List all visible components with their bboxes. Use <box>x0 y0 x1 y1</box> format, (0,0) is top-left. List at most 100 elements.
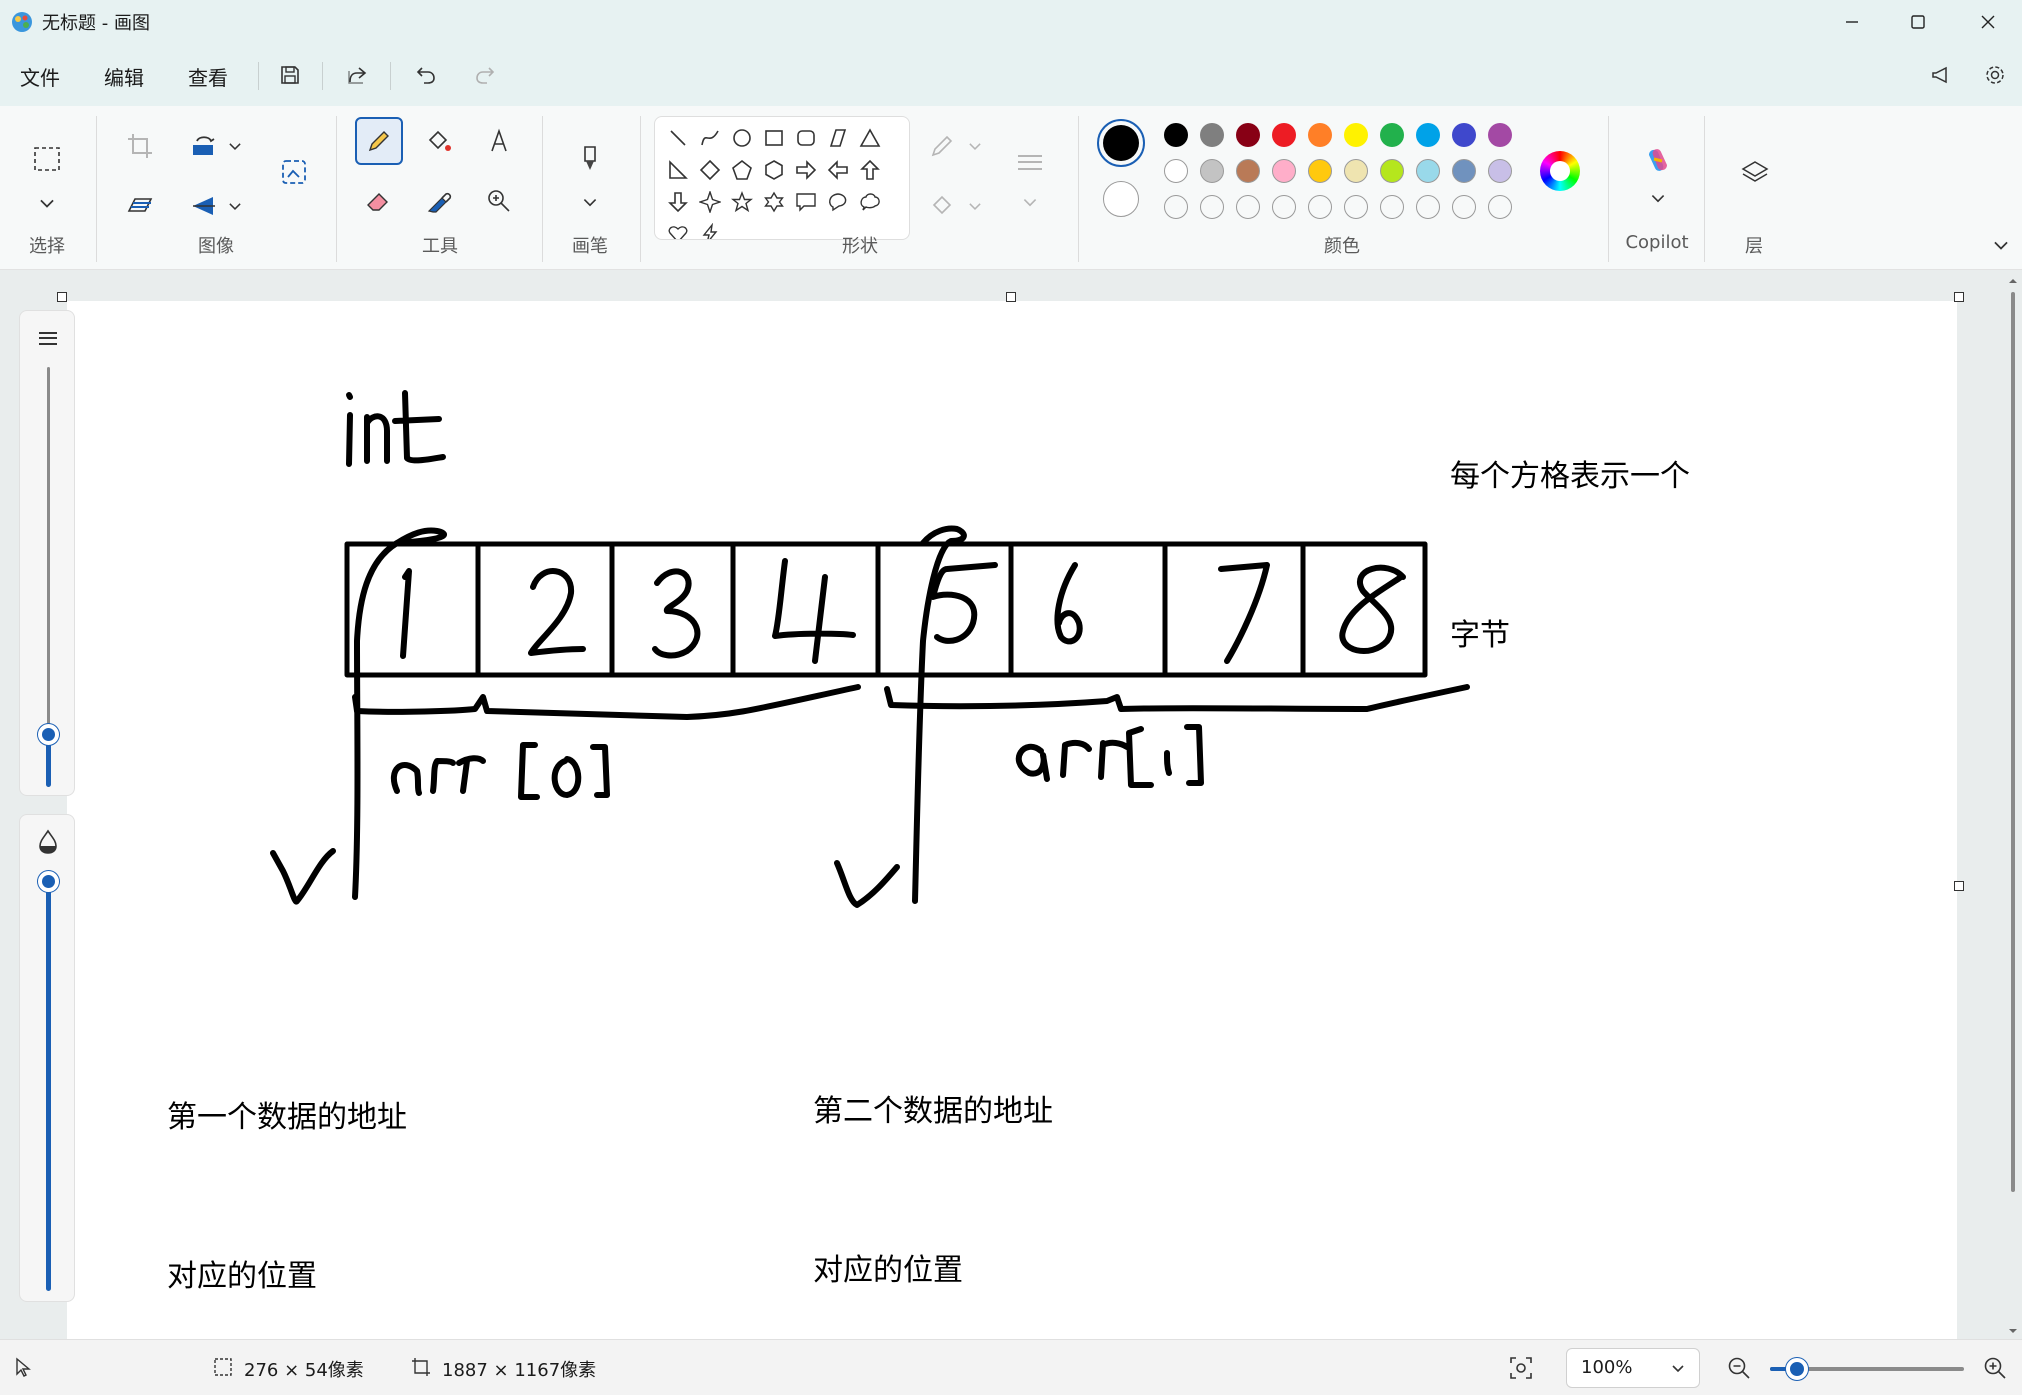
triangle-shape[interactable] <box>855 123 885 153</box>
remove-background-button[interactable] <box>272 150 316 194</box>
pencil-tool-button[interactable] <box>355 117 403 165</box>
scroll-thumb[interactable] <box>2011 292 2015 1192</box>
custom-color-slot[interactable] <box>1164 195 1188 219</box>
color-swatch[interactable] <box>1308 159 1332 183</box>
custom-color-slot[interactable] <box>1236 195 1260 219</box>
flip-button[interactable] <box>184 186 224 226</box>
up-arrow-shape[interactable] <box>855 155 885 185</box>
vertical-scrollbar[interactable] <box>2008 276 2018 1336</box>
oval-callout-shape[interactable] <box>823 187 853 217</box>
right-arrow-shape[interactable] <box>791 155 821 185</box>
color-swatch[interactable] <box>1344 159 1368 183</box>
color-swatch[interactable] <box>1488 123 1512 147</box>
color-swatch[interactable] <box>1452 159 1476 183</box>
rotate-button[interactable] <box>184 126 224 166</box>
custom-color-slot[interactable] <box>1416 195 1440 219</box>
rotate-dropdown-button[interactable] <box>224 134 246 158</box>
color-swatch[interactable] <box>1344 123 1368 147</box>
oval-shape[interactable] <box>727 123 757 153</box>
custom-color-slot[interactable] <box>1380 195 1404 219</box>
pentagon-shape[interactable] <box>727 155 757 185</box>
menu-view[interactable]: 查看 <box>180 58 236 95</box>
eraser-tool-button[interactable] <box>358 180 400 222</box>
resize-handle-right[interactable] <box>1954 881 1964 891</box>
color-swatch[interactable] <box>1380 159 1404 183</box>
maximize-button[interactable] <box>1886 0 1950 44</box>
edit-colors-button[interactable] <box>1540 151 1580 191</box>
zoom-level-select[interactable]: 100% <box>1566 1348 1700 1388</box>
fit-to-window-icon[interactable] <box>1508 1355 1534 1381</box>
zoom-out-icon[interactable] <box>1726 1355 1752 1381</box>
opacity-slider-knob[interactable] <box>38 871 59 892</box>
rectangle-shape[interactable] <box>759 123 789 153</box>
select-dropdown-button[interactable] <box>34 190 60 216</box>
custom-color-slot[interactable] <box>1272 195 1296 219</box>
color-swatch[interactable] <box>1380 123 1404 147</box>
color-swatch[interactable] <box>1236 123 1260 147</box>
right-triangle-shape[interactable] <box>663 155 693 185</box>
menu-file[interactable]: 文件 <box>12 58 68 95</box>
diamond-shape[interactable] <box>695 155 725 185</box>
custom-color-slot[interactable] <box>1452 195 1476 219</box>
size-slider-knob[interactable] <box>38 724 59 745</box>
fill-button[interactable] <box>924 186 964 226</box>
polygon-shape[interactable] <box>823 123 853 153</box>
text-tool-button[interactable] <box>478 120 520 162</box>
color-swatch[interactable] <box>1164 123 1188 147</box>
resize-handle-top[interactable] <box>1006 292 1016 302</box>
feedback-button[interactable] <box>1924 58 1958 92</box>
resize-handle-top-left[interactable] <box>57 292 67 302</box>
line-shape[interactable] <box>663 123 693 153</box>
outline-button[interactable] <box>924 126 964 166</box>
save-button[interactable] <box>273 58 307 92</box>
brush-button[interactable] <box>568 136 612 180</box>
fill-tool-button[interactable] <box>418 120 460 162</box>
collapse-ribbon-button[interactable] <box>1988 232 2014 258</box>
heart-shape[interactable] <box>663 219 693 239</box>
menu-edit[interactable]: 编辑 <box>96 58 152 95</box>
custom-color-slot[interactable] <box>1344 195 1368 219</box>
color-swatch[interactable] <box>1452 123 1476 147</box>
color-swatch[interactable] <box>1200 123 1224 147</box>
minimize-button[interactable] <box>1820 0 1884 44</box>
color-swatch[interactable] <box>1272 159 1296 183</box>
color-swatch[interactable] <box>1200 159 1224 183</box>
magnifier-tool-button[interactable] <box>478 180 520 222</box>
color-swatch[interactable] <box>1416 123 1440 147</box>
color-swatch[interactable] <box>1236 159 1260 183</box>
fill-dropdown-button[interactable] <box>964 194 986 218</box>
select-tool-button[interactable] <box>24 136 70 182</box>
scroll-down-icon[interactable] <box>2008 1326 2018 1336</box>
brush-dropdown-button[interactable] <box>578 190 602 214</box>
six-point-star-shape[interactable] <box>759 187 789 217</box>
size-button[interactable] <box>1008 142 1052 186</box>
color-swatch[interactable] <box>1416 159 1440 183</box>
zoom-slider-track[interactable] <box>1770 1358 1964 1380</box>
size-dropdown-button[interactable] <box>1018 190 1042 214</box>
color-swatch[interactable] <box>1308 123 1332 147</box>
settings-button[interactable] <box>1978 58 2012 92</box>
four-point-star-shape[interactable] <box>695 187 725 217</box>
flip-dropdown-button[interactable] <box>224 194 246 218</box>
rounded-rectangle-shape[interactable] <box>791 123 821 153</box>
color-swatch[interactable] <box>1488 159 1512 183</box>
copilot-button[interactable] <box>1634 136 1682 184</box>
hexagon-shape[interactable] <box>759 155 789 185</box>
drawing-canvas[interactable]: 每个方格表示一个 字节 第一个数据的地址 对应的位置 第二个数据的地址 对应的位… <box>67 301 1957 1339</box>
custom-color-slot[interactable] <box>1200 195 1224 219</box>
copilot-dropdown-button[interactable] <box>1646 186 1670 210</box>
down-arrow-shape[interactable] <box>663 187 693 217</box>
custom-color-slot[interactable] <box>1488 195 1512 219</box>
close-button[interactable] <box>1956 0 2020 44</box>
undo-button[interactable] <box>409 58 443 92</box>
scroll-up-icon[interactable] <box>2008 276 2018 286</box>
zoom-in-icon[interactable] <box>1982 1355 2008 1381</box>
rect-callout-shape[interactable] <box>791 187 821 217</box>
share-button[interactable] <box>340 58 374 92</box>
curve-shape[interactable] <box>695 123 725 153</box>
color-picker-button[interactable] <box>418 180 460 222</box>
primary-color-button[interactable] <box>1097 119 1145 167</box>
custom-color-slot[interactable] <box>1308 195 1332 219</box>
redo-button[interactable] <box>468 58 502 92</box>
color-swatch[interactable] <box>1164 159 1188 183</box>
